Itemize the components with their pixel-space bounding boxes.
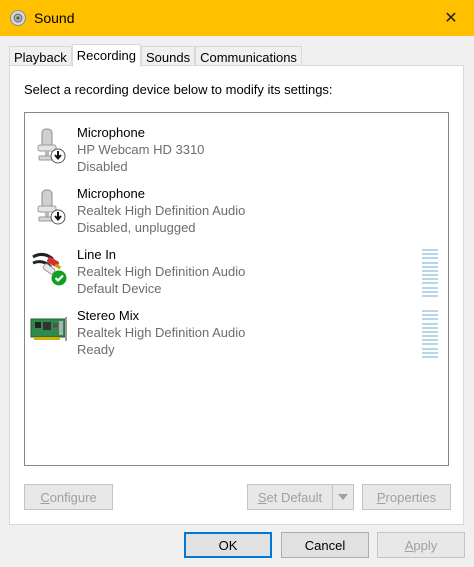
window-title: Sound — [34, 10, 75, 26]
title-bar: Sound ✕ — [0, 0, 474, 36]
properties-button-mnemonic: P — [376, 489, 386, 505]
set-default-button-label: et Default — [266, 489, 323, 505]
sound-card-icon — [30, 317, 67, 341]
apply-button[interactable]: Apply — [377, 532, 465, 558]
apply-button-mnemonic: A — [404, 537, 414, 553]
device-name: Line In — [77, 247, 117, 262]
ok-button[interactable]: OK — [184, 532, 272, 558]
set-default-button[interactable]: Set Default — [247, 484, 333, 510]
configure-button-label: onfigure — [49, 489, 97, 505]
tab-recording[interactable]: Recording — [71, 44, 142, 67]
device-status: Default Device — [77, 281, 162, 296]
cancel-button[interactable]: Cancel — [281, 532, 369, 558]
device-status: Disabled, unplugged — [77, 220, 196, 235]
set-default-button-mnemonic: S — [257, 489, 267, 505]
microphone-disabled-icon — [37, 189, 66, 225]
list-item[interactable]: Microphone HP Webcam HD 3310 Disabled — [25, 117, 448, 177]
device-list[interactable]: Microphone HP Webcam HD 3310 Disabled Mi… — [24, 112, 449, 466]
level-meter — [422, 249, 438, 297]
configure-button-mnemonic: C — [40, 489, 50, 505]
list-item[interactable]: Line In Realtek High Definition Audio De… — [25, 239, 448, 299]
device-status: Ready — [77, 342, 115, 357]
device-driver: HP Webcam HD 3310 — [77, 142, 205, 157]
tab-sounds[interactable]: Sounds — [141, 46, 196, 67]
tab-communications[interactable]: Communications — [195, 46, 302, 67]
device-driver: Realtek High Definition Audio — [77, 264, 246, 279]
device-driver: Realtek High Definition Audio — [77, 203, 246, 218]
tab-strip: Playback Recording Sounds Communications — [9, 44, 302, 67]
list-item[interactable]: Stereo Mix Realtek High Definition Audio… — [25, 300, 448, 360]
properties-button-label: roperties — [385, 489, 437, 505]
microphone-disabled-icon — [37, 128, 66, 164]
tab-playback[interactable]: Playback — [9, 46, 72, 67]
close-icon: ✕ — [444, 10, 458, 27]
device-name: Stereo Mix — [77, 308, 140, 323]
instruction-text: Select a recording device below to modif… — [24, 82, 333, 97]
properties-button[interactable]: Properties — [362, 484, 451, 510]
line-in-default-icon — [32, 252, 67, 286]
level-meter — [422, 310, 438, 358]
configure-button[interactable]: Configure — [24, 484, 113, 510]
apply-button-label: pply — [413, 537, 438, 553]
speaker-icon — [10, 10, 26, 26]
list-item[interactable]: Microphone Realtek High Definition Audio… — [25, 178, 448, 238]
device-driver: Realtek High Definition Audio — [77, 325, 246, 340]
close-button[interactable]: ✕ — [428, 0, 474, 36]
device-name: Microphone — [77, 186, 145, 201]
set-default-dropdown[interactable] — [332, 484, 354, 510]
device-status: Disabled — [77, 159, 128, 174]
device-name: Microphone — [77, 125, 145, 140]
chevron-down-icon — [338, 494, 348, 500]
